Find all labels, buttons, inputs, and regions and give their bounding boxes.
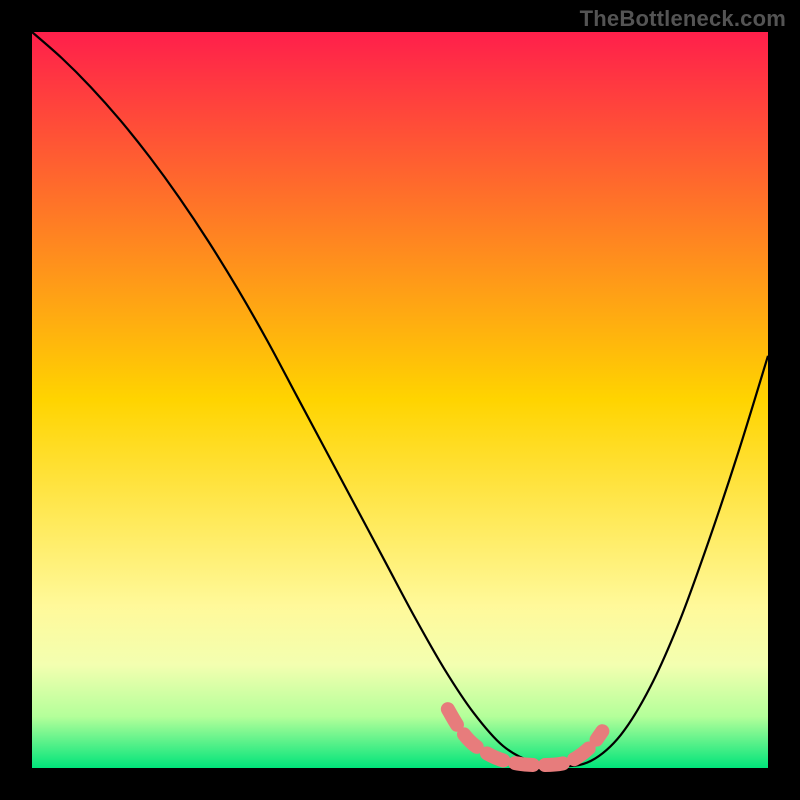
watermark-text: TheBottleneck.com	[580, 6, 786, 32]
chart-frame: TheBottleneck.com	[0, 0, 800, 800]
bottleneck-chart	[0, 0, 800, 800]
gradient-background	[32, 32, 768, 768]
